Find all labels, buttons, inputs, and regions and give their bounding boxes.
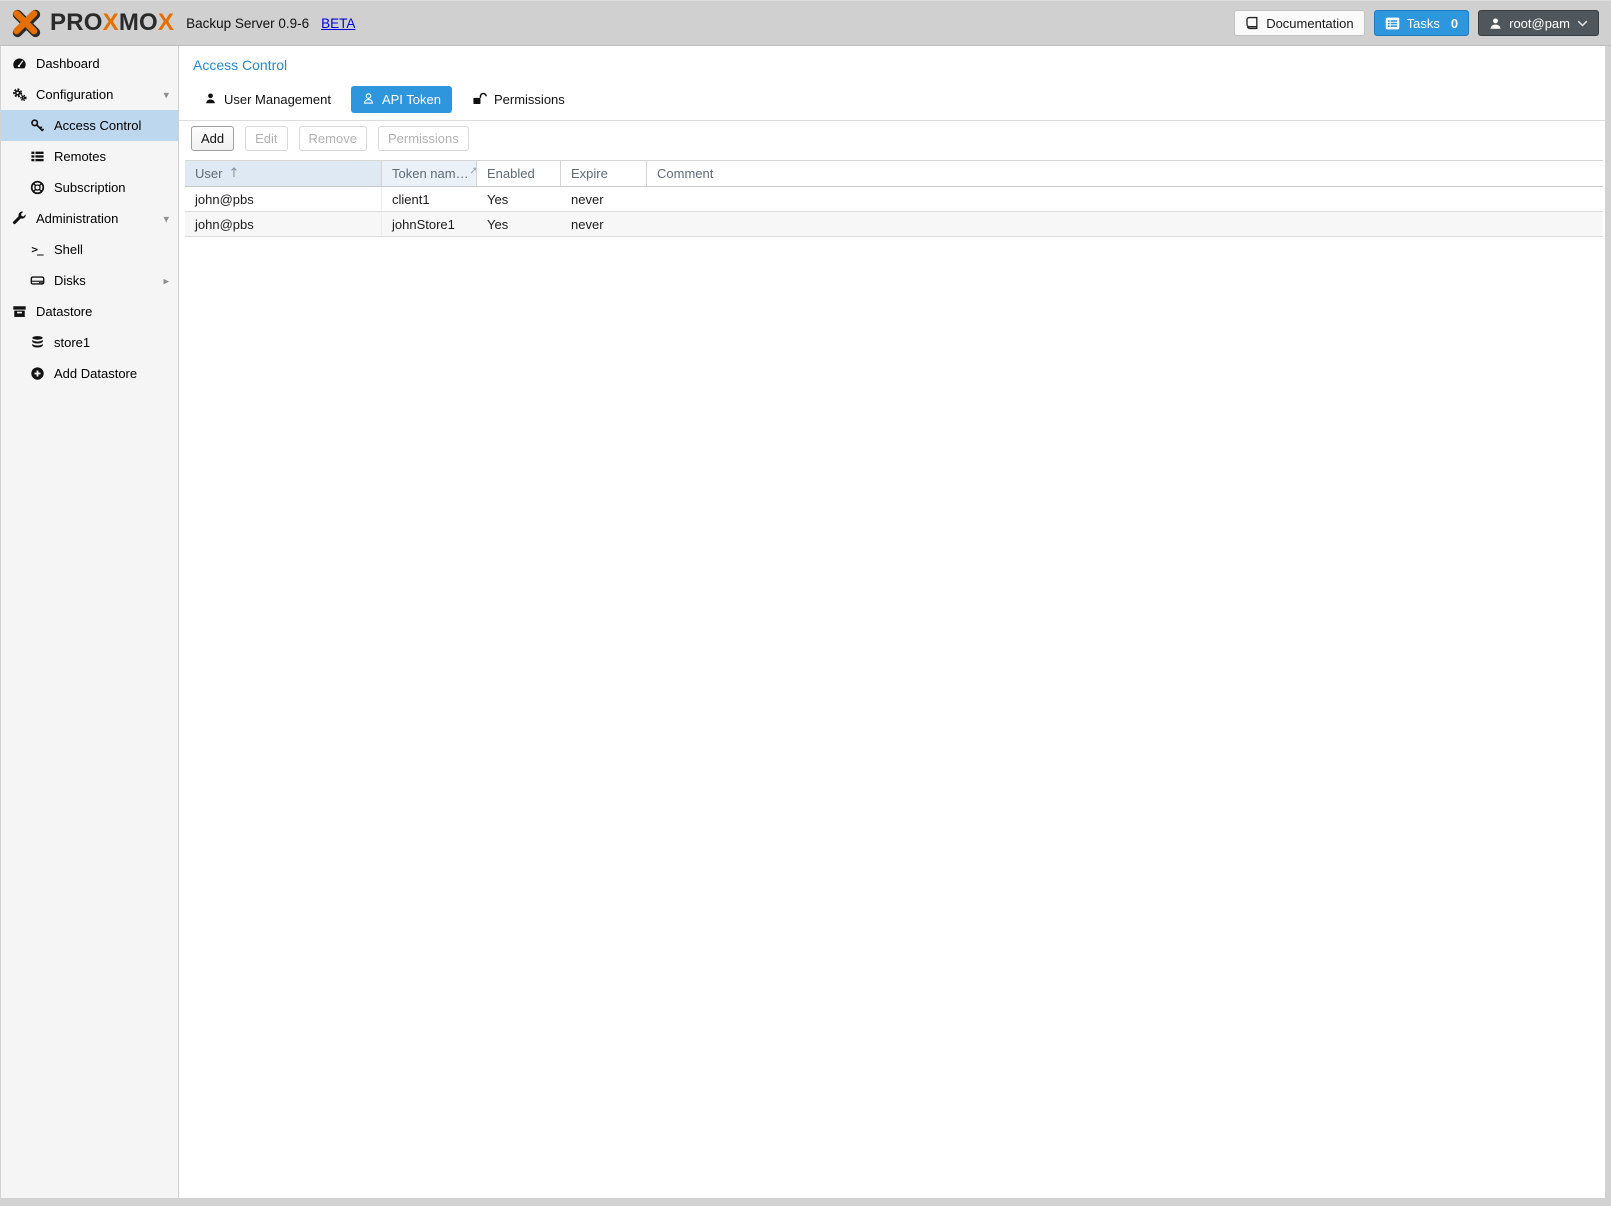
user-menu-label: root@pam [1509, 16, 1570, 31]
user-solid-icon [204, 92, 217, 108]
sidebar-item-label: store1 [54, 335, 90, 350]
sidebar-item-dashboard[interactable]: Dashboard [1, 48, 178, 79]
api-token-grid: User ↑ Token nam… Enabled [185, 160, 1603, 237]
sidebar-item-label: Dashboard [36, 56, 100, 71]
collapse-down-icon[interactable]: ▾ [163, 212, 169, 225]
sort-ascending-icon: ↑ [228, 166, 239, 181]
sidebar-item-configuration[interactable]: Configuration ▾ [1, 79, 178, 110]
cell-user: john@pbs [185, 187, 382, 211]
unlock-icon [472, 92, 487, 108]
cell-enabled: Yes [477, 187, 561, 211]
sidebar-item-access-control[interactable]: Access Control [1, 110, 178, 141]
sidebar-item-label: Disks [54, 273, 86, 288]
sidebar-item-remotes[interactable]: Remotes [1, 141, 178, 172]
permissions-button: Permissions [378, 126, 469, 151]
table-row[interactable]: john@pbs johnStore1 Yes never [185, 212, 1603, 237]
tab-label: API Token [382, 92, 441, 107]
sidebar-item-shell[interactable]: >_ Shell [1, 234, 178, 265]
dashboard-icon [11, 56, 27, 72]
sidebar-item-administration[interactable]: Administration ▾ [1, 203, 178, 234]
add-button[interactable]: Add [191, 126, 234, 151]
page-title: Access Control [179, 46, 1605, 73]
user-menu-button[interactable]: root@pam [1478, 10, 1599, 36]
cell-expire: never [561, 212, 647, 236]
toolbar: Add Edit Remove Permissions [179, 120, 1605, 156]
collapse-down-icon[interactable]: ▾ [163, 88, 169, 101]
tasks-button[interactable]: Tasks 0 [1374, 10, 1469, 36]
column-header-expire[interactable]: Expire [561, 161, 647, 186]
chevron-down-icon [1577, 20, 1588, 27]
sidebar-item-label: Subscription [54, 180, 126, 195]
list-icon [29, 149, 45, 165]
sidebar-item-label: Shell [54, 242, 83, 257]
remove-button: Remove [299, 126, 367, 151]
cell-expire: never [561, 187, 647, 211]
cell-enabled: Yes [477, 212, 561, 236]
expand-right-icon[interactable]: ▸ [163, 274, 169, 287]
tab-user-management[interactable]: User Management [193, 86, 342, 113]
column-header-token-name[interactable]: Token nam… [382, 161, 477, 186]
user-outline-icon [362, 92, 375, 108]
column-header-enabled[interactable]: Enabled [477, 161, 561, 186]
tasks-label: Tasks [1407, 16, 1440, 31]
sidebar-item-label: Access Control [54, 118, 141, 133]
tab-bar: User Management API Token [193, 86, 1605, 113]
sort-indicator-clipped-icon [470, 162, 477, 177]
body-row: Dashboard Configuration ▾ [1, 46, 1605, 1198]
table-row[interactable]: john@pbs client1 Yes never [185, 187, 1603, 212]
tab-label: User Management [224, 92, 331, 107]
column-header-comment[interactable]: Comment [647, 161, 1603, 186]
proxmox-logo-icon [8, 6, 44, 40]
sidebar-item-add-datastore[interactable]: Add Datastore [1, 358, 178, 389]
topbar-actions: Documentation Tasks 0 [1234, 10, 1599, 36]
sidebar-item-label: Remotes [54, 149, 106, 164]
sidebar-item-disks[interactable]: Disks ▸ [1, 265, 178, 296]
sidebar-item-store1[interactable]: store1 [1, 327, 178, 358]
edit-button: Edit [245, 126, 287, 151]
cell-token: client1 [382, 187, 477, 211]
sidebar: Dashboard Configuration ▾ [1, 46, 179, 1198]
database-icon [29, 335, 45, 351]
tab-api-token[interactable]: API Token [351, 86, 452, 113]
brand: PROXMOX Backup Server 0.9-6 BETA [8, 6, 355, 40]
column-header-user[interactable]: User ↑ [185, 161, 382, 186]
sidebar-item-subscription[interactable]: Subscription [1, 172, 178, 203]
top-header: PROXMOX Backup Server 0.9-6 BETA Documen… [0, 0, 1611, 46]
support-icon [29, 180, 45, 196]
product-name: Backup Server 0.9-6 [186, 16, 309, 31]
sidebar-item-label: Administration [36, 211, 118, 226]
cell-token: johnStore1 [382, 212, 477, 236]
user-icon [1489, 17, 1502, 30]
cell-comment [647, 212, 1603, 236]
book-icon [1245, 16, 1259, 30]
tasks-count-badge: 0 [1451, 16, 1458, 31]
app-root: PROXMOX Backup Server 0.9-6 BETA Documen… [0, 0, 1611, 1206]
main-panel: Access Control User Management [179, 46, 1605, 1198]
wrench-icon [11, 211, 27, 227]
cell-user: john@pbs [185, 212, 382, 236]
tab-permissions[interactable]: Permissions [461, 86, 576, 113]
plus-circle-icon [29, 366, 45, 382]
tab-label: Permissions [494, 92, 565, 107]
proxmox-wordmark: PROXMOX [50, 11, 174, 35]
key-icon [29, 118, 45, 134]
task-list-icon [1385, 17, 1400, 30]
archive-box-icon [11, 304, 27, 320]
grid-header: User ↑ Token nam… Enabled [185, 161, 1603, 187]
sidebar-item-label: Datastore [36, 304, 92, 319]
documentation-button[interactable]: Documentation [1234, 10, 1364, 36]
sidebar-item-label: Add Datastore [54, 366, 137, 381]
sidebar-item-datastore[interactable]: Datastore [1, 296, 178, 327]
gears-icon [11, 87, 27, 103]
terminal-icon: >_ [29, 242, 45, 258]
hard-disk-icon [29, 273, 45, 289]
beta-link[interactable]: BETA [321, 16, 355, 31]
sidebar-item-label: Configuration [36, 87, 113, 102]
cell-comment [647, 187, 1603, 211]
documentation-label: Documentation [1266, 16, 1353, 31]
